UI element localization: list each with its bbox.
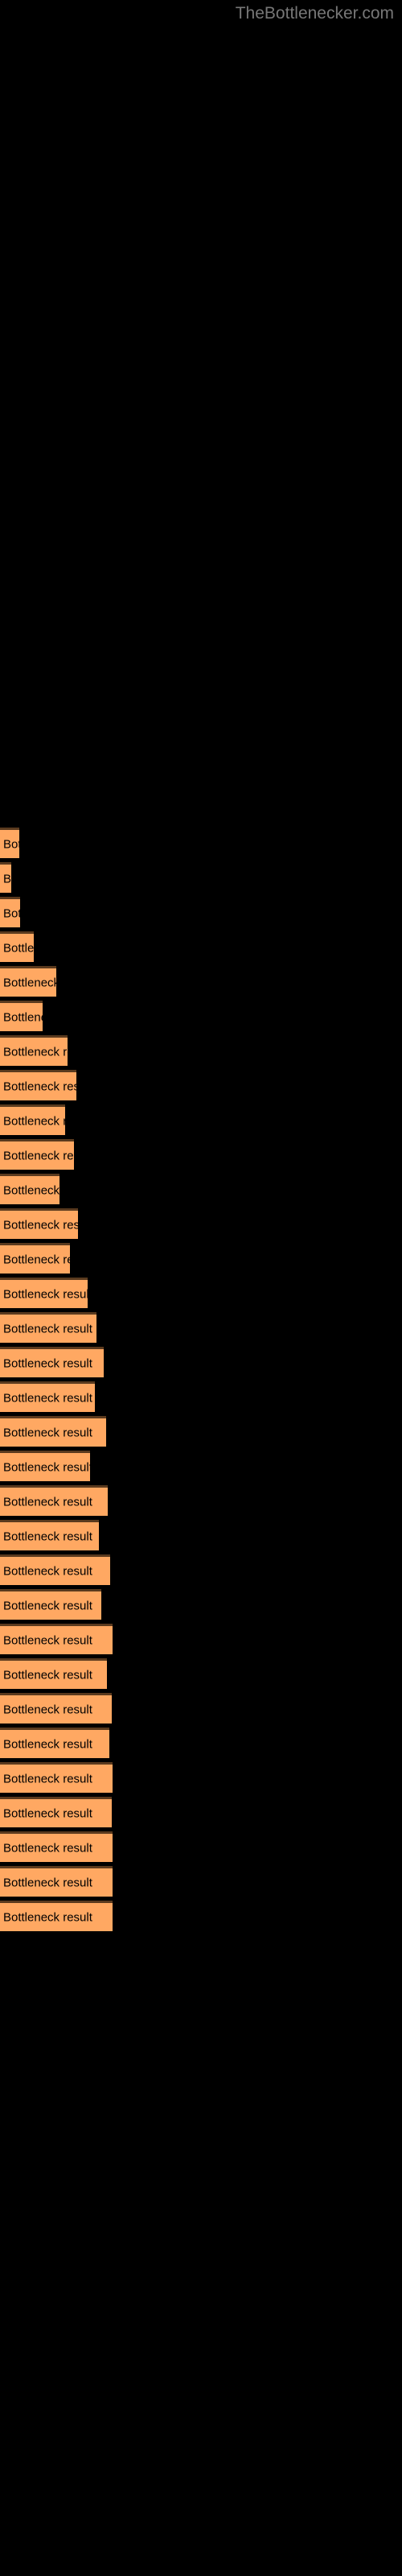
chart-bar[interactable]: Bottleneck result (0, 1901, 113, 1931)
chart-bar[interactable]: Bottleneck result (0, 1139, 74, 1170)
chart-bar[interactable]: Bottleneck result (0, 1728, 109, 1758)
chart-bar[interactable]: Bottleneck result (0, 1866, 113, 1897)
chart-bar[interactable]: Bottleneck result (0, 1589, 101, 1620)
chart-bar-label: Bottleneck result (3, 1080, 76, 1093)
chart-bar-label: Bottleneck result (3, 1114, 65, 1128)
chart-bar[interactable]: Bottleneck result (0, 897, 20, 927)
chart-bar[interactable]: Bottleneck result (0, 1658, 107, 1689)
chart-bar-label: Bottleneck result (3, 1010, 43, 1024)
chart-bar-label: Bottleneck result (3, 976, 56, 989)
chart-bar[interactable]: Bottleneck result (0, 1174, 59, 1204)
chart-bar-label: Bottleneck result (3, 1183, 59, 1197)
chart-bar[interactable]: Bottleneck result (0, 1485, 108, 1516)
chart-bar-label: Bottleneck result (3, 941, 34, 955)
chart-bar-label: Bottleneck result (3, 1668, 92, 1682)
chart-bar-label: Bottleneck result (3, 1633, 92, 1647)
chart-bar-label: Bottleneck result (3, 837, 19, 851)
chart-bar[interactable]: Bottleneck result (0, 1278, 88, 1308)
chart-bar[interactable]: Bottleneck result (0, 1208, 78, 1239)
chart-bar-label: Bottleneck result (3, 1495, 92, 1509)
chart-bar-label: Bottleneck result (3, 872, 11, 886)
bottleneck-bar-chart: Bottleneck result Bottleneck result Bottle… (0, 0, 402, 2576)
chart-bar-label: Bottleneck result (3, 1426, 92, 1439)
chart-bar[interactable]: Bottleneck result (0, 1070, 76, 1100)
chart-bar-label: Bottleneck result (3, 1356, 92, 1370)
chart-bar-label: Bottleneck result (3, 1391, 92, 1405)
chart-bar-label: Bottleneck result (3, 1806, 92, 1820)
chart-bar-label: Bottleneck result (3, 1218, 78, 1232)
chart-bar[interactable]: Bottleneck result (0, 1104, 65, 1135)
chart-bar-label: Bottleneck result (3, 1253, 70, 1266)
chart-bar-label: Bottleneck result (3, 1599, 92, 1612)
chart-bar[interactable]: Bottleneck result (0, 1416, 106, 1447)
chart-bar[interactable]: Bottleneck result (0, 966, 56, 997)
chart-bar-label: Bottleneck result (3, 1876, 92, 1889)
chart-bar[interactable]: Bottleneck result (0, 1762, 113, 1793)
chart-bar-label: Bottleneck result (3, 1841, 92, 1855)
chart-bar[interactable]: Bottleneck result (0, 1624, 113, 1654)
chart-bar[interactable]: Bottleneck result (0, 862, 11, 893)
chart-bar[interactable]: Bottleneck result (0, 1451, 90, 1481)
chart-bar-label: Bottleneck result (3, 1149, 74, 1162)
chart-bar[interactable]: Bottleneck result (0, 1520, 99, 1550)
chart-bar-label: Bottleneck result (3, 1287, 88, 1301)
chart-bar-label: Bottleneck result (3, 1703, 92, 1716)
chart-bar[interactable]: Bottleneck result (0, 1243, 70, 1274)
chart-bar-label: Bottleneck result (3, 1322, 92, 1335)
chart-bar-label: Bottleneck result (3, 1045, 68, 1059)
chart-bar[interactable]: Bottleneck result (0, 1001, 43, 1031)
chart-bar[interactable]: Bottleneck result (0, 931, 34, 962)
chart-bar[interactable]: Bottleneck result (0, 1693, 112, 1724)
chart-bar-label: Bottleneck result (3, 1910, 92, 1924)
chart-bar[interactable]: Bottleneck result (0, 1554, 110, 1585)
chart-bar[interactable]: Bottleneck result (0, 1347, 104, 1377)
chart-bar[interactable]: Bottleneck result (0, 1381, 95, 1412)
chart-bar-label: Bottleneck result (3, 1772, 92, 1785)
chart-bar[interactable]: Bottleneck result (0, 1831, 113, 1862)
chart-bar[interactable]: Bottleneck result (0, 1312, 96, 1343)
chart-bar[interactable]: Bottleneck result (0, 1035, 68, 1066)
chart-bar[interactable]: Bottleneck result (0, 1797, 112, 1827)
chart-bar-label: Bottleneck result (3, 1460, 90, 1474)
chart-bar-label: Bottleneck result (3, 1564, 92, 1578)
chart-bar-label: Bottleneck result (3, 1737, 92, 1751)
chart-bar-label: Bottleneck result (3, 906, 20, 920)
chart-bar[interactable]: Bottleneck result (0, 828, 19, 858)
chart-bar-label: Bottleneck result (3, 1530, 92, 1543)
